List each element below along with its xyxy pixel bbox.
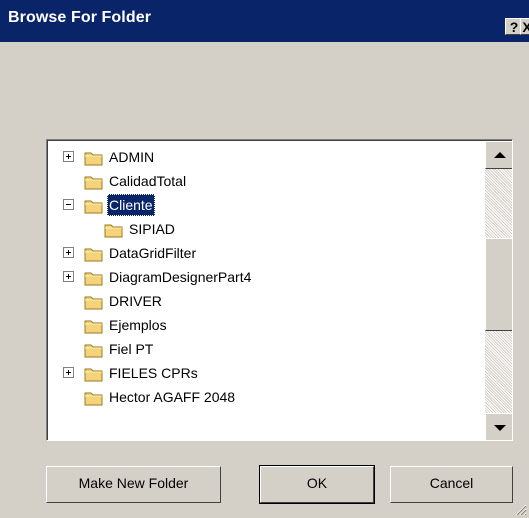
- scroll-thumb[interactable]: [485, 238, 512, 331]
- tree-item-label: ADMIN: [109, 149, 155, 165]
- folder-icon: [84, 245, 104, 262]
- folder-tree-rows: ADMIN CalidadTotal Cliente SIPIAD DataGridFi…: [48, 141, 486, 440]
- make-new-folder-button[interactable]: Make New Folder: [46, 466, 221, 503]
- collapse-minus-icon[interactable]: [63, 199, 74, 210]
- ok-button[interactable]: OK: [259, 465, 375, 504]
- folder-tree[interactable]: ADMIN CalidadTotal Cliente SIPIAD DataGridFi…: [46, 139, 513, 441]
- tree-item-label: FIELES CPRs: [109, 365, 198, 381]
- tree-item[interactable]: Ejemplos: [63, 313, 483, 337]
- tree-item-label: Hector AGAFF 2048: [109, 389, 236, 405]
- tree-item[interactable]: Hector AGAFF 2048: [63, 385, 483, 409]
- tree-item-label: DiagramDesignerPart4: [109, 269, 252, 285]
- scroll-down-button[interactable]: [485, 413, 512, 440]
- browse-for-folder-dialog: Browse For Folder ? X ADMIN CalidadTotal C…: [0, 0, 529, 518]
- tree-item-label: SIPIAD: [129, 221, 175, 237]
- tree-item-label: Fiel PT: [109, 341, 154, 357]
- close-button[interactable]: X: [520, 18, 529, 35]
- tree-item-label: Cliente: [107, 194, 155, 216]
- down-arrow-icon: [494, 425, 506, 431]
- tree-item[interactable]: SIPIAD: [63, 217, 483, 241]
- tree-item[interactable]: DiagramDesignerPart4: [63, 265, 483, 289]
- folder-icon: [104, 221, 124, 238]
- expand-plus-icon[interactable]: [63, 151, 74, 162]
- tree-item-label: DataGridFilter: [109, 245, 197, 261]
- folder-icon: [84, 341, 104, 358]
- scroll-up-button[interactable]: [485, 141, 512, 169]
- cancel-button[interactable]: Cancel: [390, 466, 513, 503]
- tree-item[interactable]: ADMIN: [63, 145, 483, 169]
- title-bar[interactable]: Browse For Folder ? X: [0, 0, 529, 42]
- folder-icon: [84, 173, 104, 190]
- folder-icon: [84, 293, 104, 310]
- folder-icon: [84, 269, 104, 286]
- expand-plus-icon[interactable]: [63, 271, 74, 282]
- resize-grip-icon[interactable]: [513, 502, 527, 516]
- folder-icon: [84, 389, 104, 406]
- tree-item[interactable]: DataGridFilter: [63, 241, 483, 265]
- folder-icon: [84, 365, 104, 382]
- tree-item[interactable]: CalidadTotal: [63, 169, 483, 193]
- expand-plus-icon[interactable]: [63, 247, 74, 258]
- expand-plus-icon[interactable]: [63, 367, 74, 378]
- tree-item-label: DRIVER: [109, 293, 162, 309]
- tree-item[interactable]: FIELES CPRs: [63, 361, 483, 385]
- vertical-scrollbar[interactable]: [485, 141, 512, 440]
- dialog-title: Browse For Folder: [8, 9, 152, 26]
- tree-item[interactable]: Fiel PT: [63, 337, 483, 361]
- folder-icon: [84, 317, 104, 334]
- folder-icon: [84, 197, 104, 214]
- tree-item-label: Ejemplos: [109, 317, 167, 333]
- tree-item-label: CalidadTotal: [109, 173, 187, 189]
- tree-item[interactable]: DRIVER: [63, 289, 483, 313]
- tree-item[interactable]: Cliente: [63, 193, 483, 217]
- up-arrow-icon: [494, 152, 506, 158]
- folder-icon: [84, 149, 104, 166]
